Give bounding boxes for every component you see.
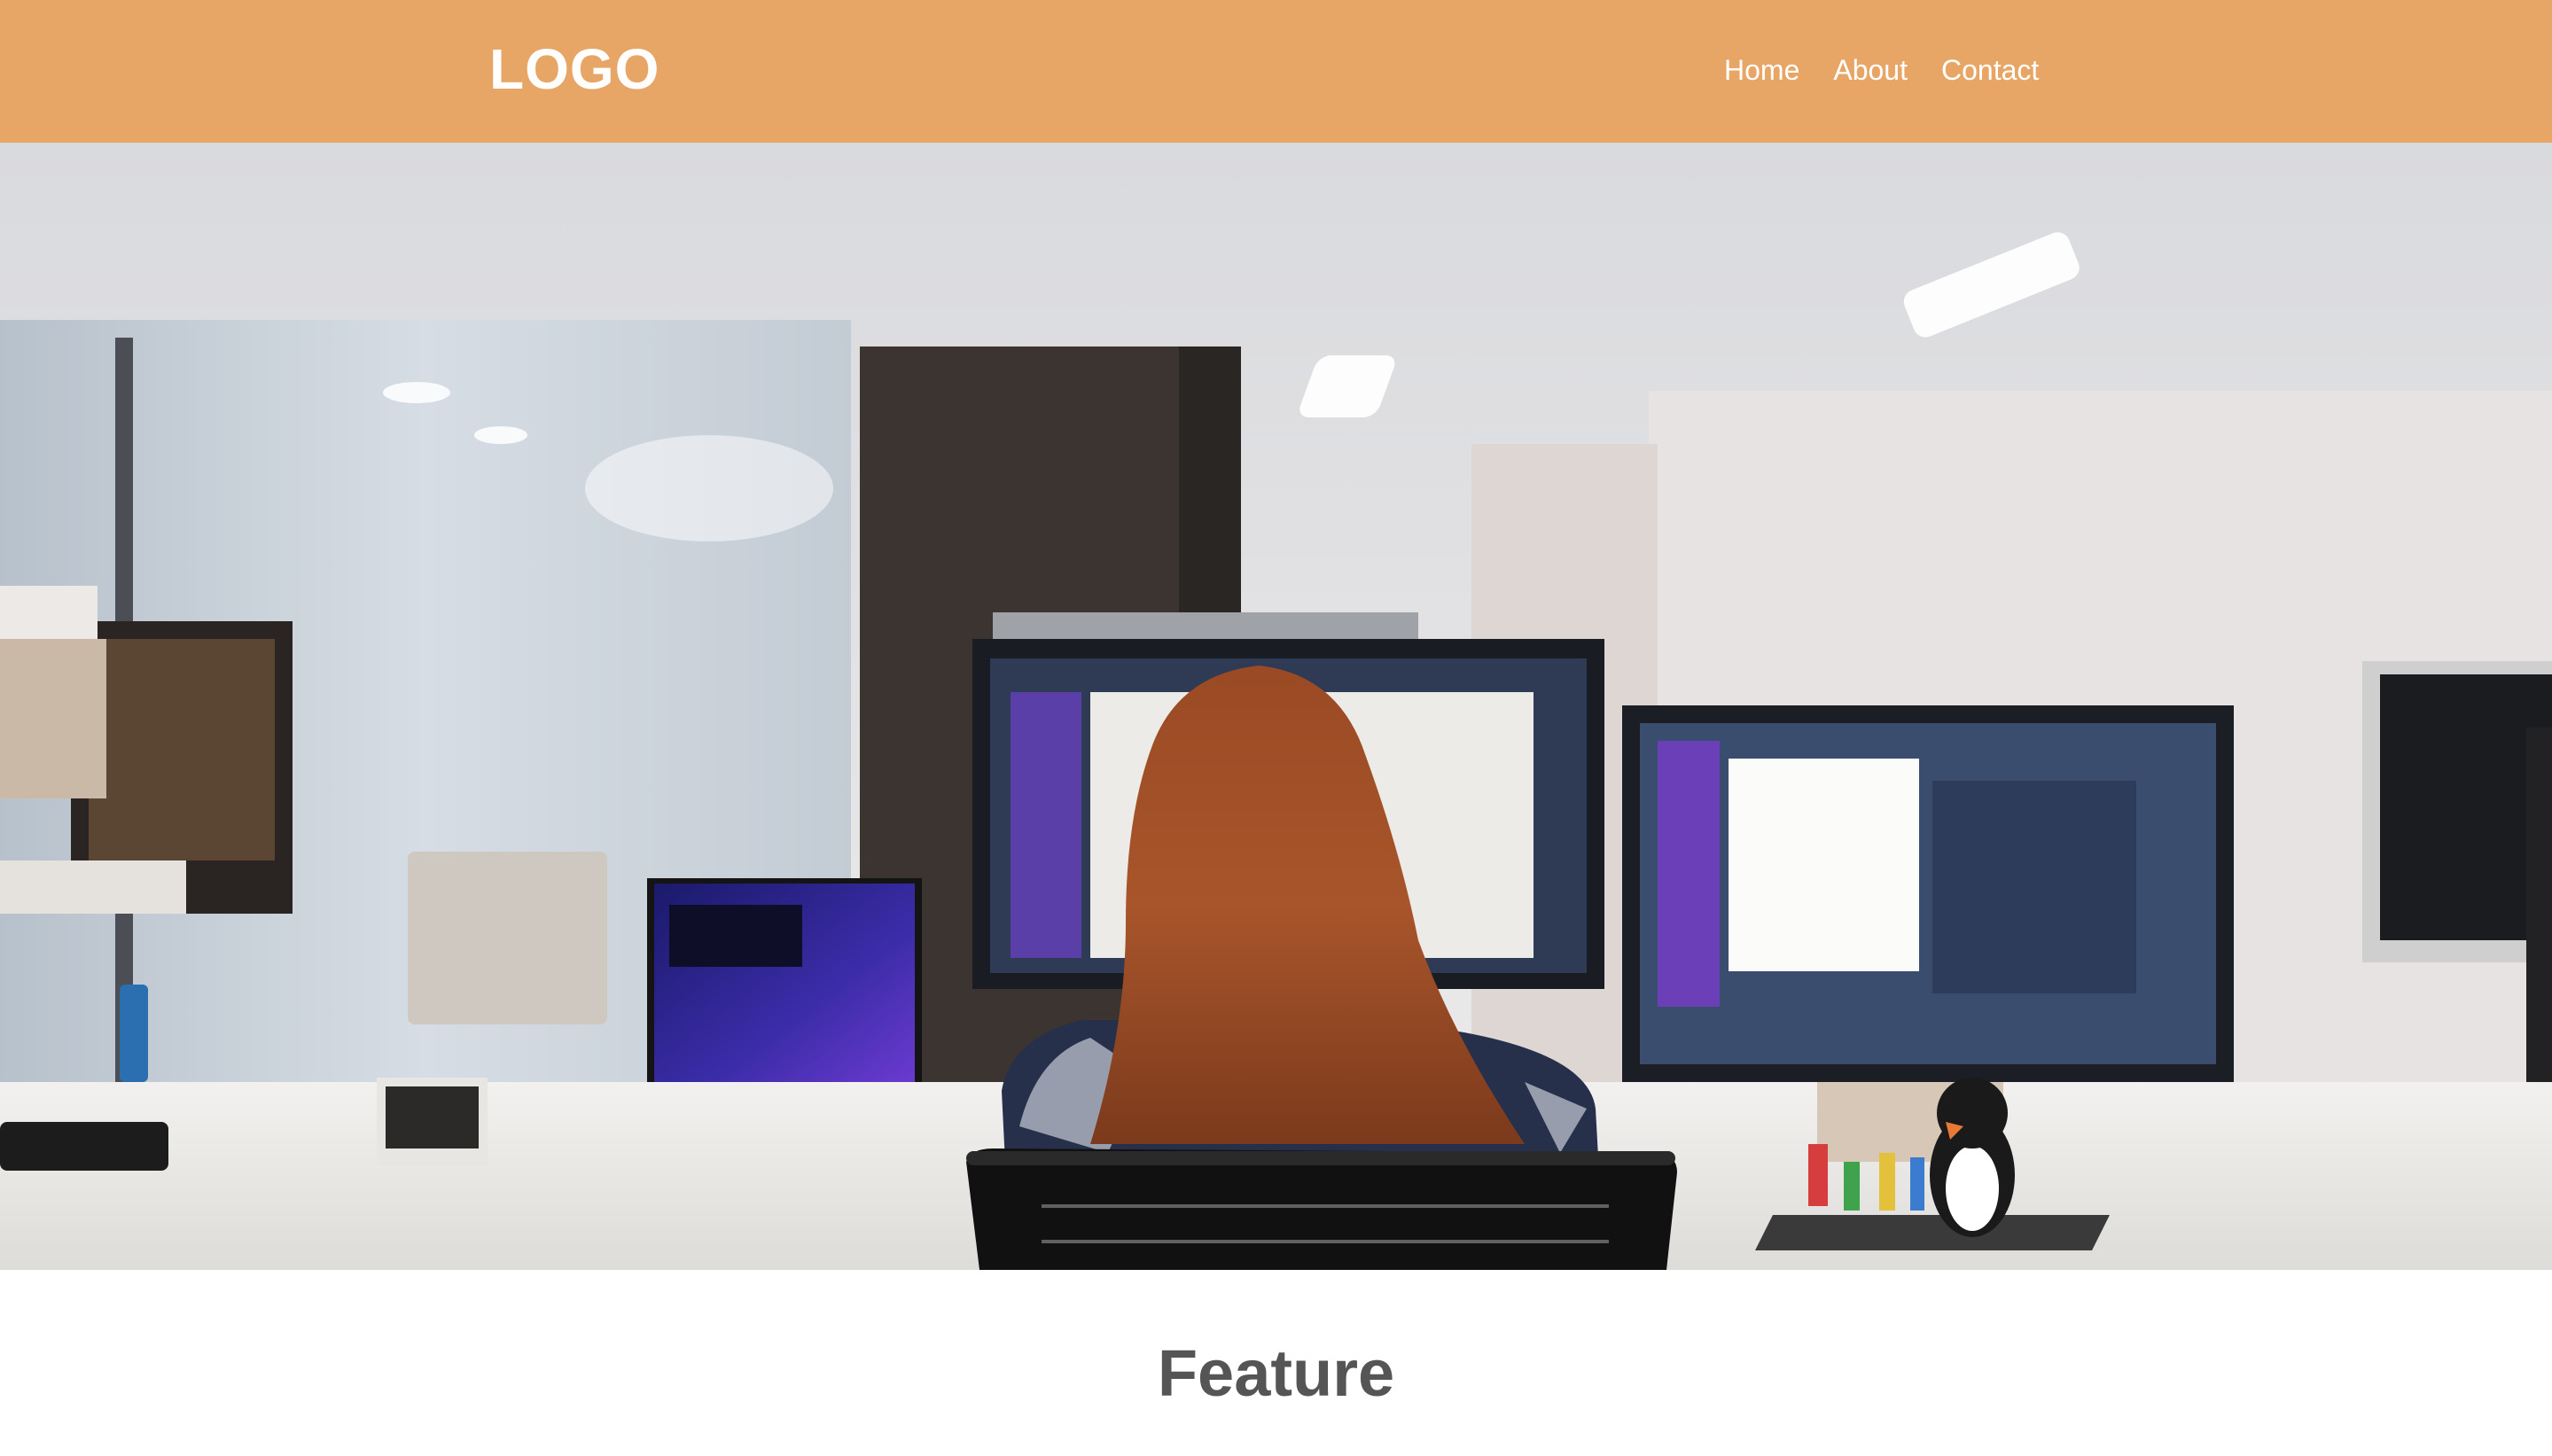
nav-contact-link[interactable]: Contact: [1941, 54, 2039, 86]
site-header: LOGO Home About Contact: [0, 0, 2552, 143]
hero-image: [0, 143, 2552, 1270]
nav-about-link[interactable]: About: [1833, 54, 1908, 86]
section-title: Feature: [1157, 1336, 1395, 1410]
logo[interactable]: LOGO: [489, 34, 659, 105]
nav-home-link[interactable]: Home: [1724, 54, 1799, 86]
